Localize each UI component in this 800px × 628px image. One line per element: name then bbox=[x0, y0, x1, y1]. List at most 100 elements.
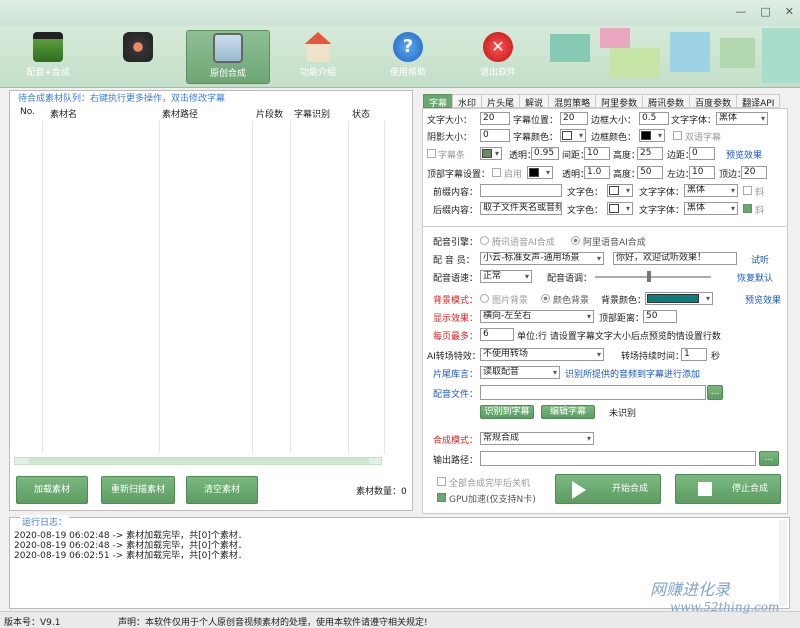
prefix-italic-checkbox[interactable] bbox=[743, 186, 752, 195]
minimize-icon[interactable]: — bbox=[735, 5, 746, 18]
clear-material-button[interactable]: 清空素材 bbox=[186, 476, 258, 504]
bar-spacing-input[interactable]: 10 bbox=[584, 147, 610, 160]
toolbar-button-help[interactable]: ? 使用帮助 bbox=[366, 30, 450, 84]
clapperboard-icon bbox=[33, 32, 63, 62]
col-name[interactable]: 素材名 bbox=[50, 107, 77, 120]
suffix-color-picker[interactable] bbox=[607, 202, 633, 215]
browse-audio-button[interactable]: ... bbox=[707, 385, 723, 400]
window-controls: — □ ✕ bbox=[735, 5, 794, 18]
scrollbar-thumb[interactable] bbox=[29, 458, 369, 464]
bg-color-picker[interactable] bbox=[645, 292, 713, 305]
maximize-icon[interactable]: □ bbox=[760, 5, 770, 18]
queue-caption: 待合成素材队列：右键执行更多操作，双击修改字幕 bbox=[18, 94, 226, 104]
tab-baidu-params[interactable]: 百度参数 bbox=[689, 94, 738, 109]
settings-panel: 字幕 水印 片头尾 解说 混剪策略 阿里参数 腾讯参数 百度参数 翻译API 文… bbox=[418, 90, 792, 515]
site-watermark: 网赚进化录 www.52thing.com bbox=[600, 570, 800, 628]
bilingual-checkbox[interactable] bbox=[673, 131, 682, 140]
display-effect-select[interactable]: 横向-左至右 bbox=[480, 310, 594, 323]
toolbar-button-original[interactable]: 原创合成 bbox=[186, 30, 270, 84]
col-no[interactable]: No. bbox=[20, 107, 35, 117]
voice-select[interactable]: 小云-标准女声-通用场景 bbox=[480, 252, 604, 265]
gpu-accel-checkbox[interactable] bbox=[437, 493, 446, 502]
shutdown-checkbox[interactable] bbox=[437, 477, 446, 486]
material-count: 素材数量：0 bbox=[356, 487, 407, 497]
toolbar-button-media[interactable] bbox=[96, 30, 180, 84]
bg-preview-link[interactable]: 预览效果 bbox=[745, 293, 781, 306]
toolbar-button-exit[interactable]: ✕ 退出软件 bbox=[456, 30, 540, 84]
stop-icon bbox=[698, 482, 712, 496]
left-margin-input[interactable]: 10 bbox=[689, 166, 715, 179]
load-material-button[interactable]: 加载素材 bbox=[16, 476, 88, 504]
subtitle-color-picker[interactable] bbox=[560, 129, 586, 142]
top-height-input[interactable]: 50 bbox=[637, 166, 663, 179]
browse-output-button[interactable]: ... bbox=[759, 451, 779, 466]
col-segments[interactable]: 片段数 bbox=[256, 107, 283, 120]
prefix-input[interactable] bbox=[480, 184, 562, 197]
tone-slider-thumb[interactable] bbox=[647, 271, 651, 282]
prefix-font-select[interactable]: 黑体 bbox=[684, 184, 738, 197]
tab-tencent-params[interactable]: 腾讯参数 bbox=[642, 94, 691, 109]
suffix-font-select[interactable]: 黑体 bbox=[684, 202, 738, 215]
font-select[interactable]: 黑体 bbox=[716, 112, 768, 125]
home-icon bbox=[303, 32, 333, 62]
stop-compose-button[interactable]: 停止合成 bbox=[675, 474, 781, 504]
tab-ali-params[interactable]: 阿里参数 bbox=[595, 94, 644, 109]
edit-subtitle-button[interactable]: 编辑字幕 bbox=[541, 405, 595, 419]
subtitle-bar-color[interactable] bbox=[480, 147, 502, 160]
title-bar: — □ ✕ bbox=[0, 0, 800, 26]
suffix-italic-checkbox[interactable] bbox=[743, 204, 752, 213]
toolbar-button-dub-compose[interactable]: 配音+合成 bbox=[6, 30, 90, 84]
top-subtitle-enable-checkbox[interactable] bbox=[492, 168, 501, 177]
lines-per-page-input[interactable]: 6 bbox=[480, 328, 514, 341]
suffix-input[interactable]: 取子文件夹名或音频 bbox=[480, 202, 562, 215]
bg-image-radio[interactable] bbox=[480, 294, 489, 303]
toolbar-button-intro[interactable]: 功能介绍 bbox=[276, 30, 360, 84]
top-opacity-input[interactable]: 1.0 bbox=[584, 166, 610, 179]
film-reel-icon bbox=[123, 32, 153, 62]
tab-mix-strategy[interactable]: 混剪策略 bbox=[548, 94, 597, 109]
test-listen-link[interactable]: 试听 bbox=[751, 253, 769, 266]
white-swatch bbox=[562, 131, 572, 140]
col-path[interactable]: 素材路径 bbox=[162, 107, 198, 120]
col-status[interactable]: 状态 bbox=[352, 107, 370, 120]
col-subtitle-recognition[interactable]: 字幕识别 bbox=[294, 107, 330, 120]
compose-mode-select[interactable]: 常规合成 bbox=[480, 432, 594, 445]
font-size-input[interactable]: 20 bbox=[480, 112, 510, 125]
rescan-material-button[interactable]: 重新扫描素材 bbox=[101, 476, 175, 504]
queue-horizontal-scrollbar[interactable] bbox=[14, 457, 382, 465]
start-compose-button[interactable]: 开始合成 bbox=[555, 474, 661, 504]
tone-slider[interactable] bbox=[595, 276, 711, 278]
audio-file-input[interactable] bbox=[480, 385, 706, 400]
subtitle-bar-checkbox[interactable] bbox=[427, 149, 436, 158]
tab-intro-outro[interactable]: 片头尾 bbox=[481, 94, 521, 109]
output-path-input[interactable] bbox=[480, 451, 756, 466]
help-icon: ? bbox=[393, 32, 423, 62]
prefix-color-picker[interactable] bbox=[607, 184, 633, 197]
tab-watermark[interactable]: 水印 bbox=[452, 94, 483, 109]
preview-effect-link[interactable]: 预览效果 bbox=[726, 148, 762, 161]
bar-height-input[interactable]: 25 bbox=[637, 147, 663, 160]
tab-subtitle[interactable]: 字幕 bbox=[423, 94, 454, 109]
border-size-input[interactable]: 0.5 bbox=[639, 112, 669, 125]
bg-color-radio[interactable] bbox=[541, 294, 550, 303]
shadow-size-input[interactable]: 0 bbox=[480, 129, 510, 142]
top-subtitle-color[interactable] bbox=[527, 166, 553, 179]
close-icon[interactable]: ✕ bbox=[785, 5, 794, 18]
library-select[interactable]: 读取配音 bbox=[480, 366, 560, 379]
subtitle-position-input[interactable]: 20 bbox=[560, 112, 588, 125]
recognize-subtitle-button[interactable]: 识别到字幕 bbox=[480, 405, 534, 419]
border-color-picker[interactable] bbox=[639, 129, 665, 142]
engine-tencent-radio[interactable] bbox=[480, 236, 489, 245]
top-margin-input[interactable]: 20 bbox=[741, 166, 767, 179]
tab-translate-api[interactable]: 翻译API bbox=[736, 94, 781, 109]
reset-default-link[interactable]: 恢复默认 bbox=[737, 271, 773, 284]
transition-select[interactable]: 不使用转场 bbox=[480, 348, 604, 361]
speed-select[interactable]: 正常 bbox=[480, 270, 532, 283]
bar-margin-input[interactable]: 0 bbox=[689, 147, 715, 160]
transition-duration-input[interactable]: 1 bbox=[681, 348, 707, 361]
test-text-input[interactable]: 你好，欢迎试听效果！ bbox=[613, 252, 737, 265]
tab-narration[interactable]: 解说 bbox=[519, 94, 550, 109]
engine-ali-radio[interactable] bbox=[571, 236, 580, 245]
top-distance-input[interactable]: 50 bbox=[643, 310, 677, 323]
bar-opacity-input[interactable]: 0.95 bbox=[531, 147, 559, 160]
